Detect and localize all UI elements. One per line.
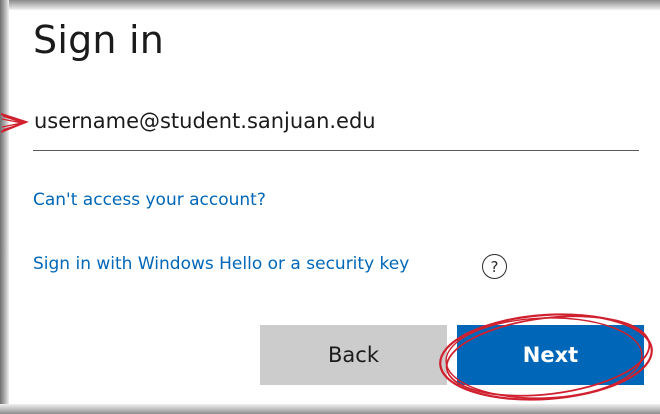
page-title: Sign in [33, 18, 165, 62]
annotation-arrow-icon [0, 113, 29, 133]
email-value: username@student.sanjuan.edu [34, 108, 376, 133]
cant-access-account-link[interactable]: Can't access your account? [33, 190, 266, 210]
window-frame-top [0, 0, 660, 10]
email-field[interactable]: username@student.sanjuan.edu [33, 99, 639, 151]
windows-hello-link[interactable]: Sign in with Windows Hello or a security… [33, 254, 409, 274]
question-circle-icon[interactable]: ? [482, 254, 507, 279]
window-frame-left [0, 0, 9, 414]
next-button[interactable]: Next [457, 325, 644, 385]
back-button[interactable]: Back [260, 325, 447, 385]
sign-in-window: Sign in username@student.sanjuan.edu Can… [0, 0, 660, 414]
window-frame-bottom [0, 404, 660, 414]
